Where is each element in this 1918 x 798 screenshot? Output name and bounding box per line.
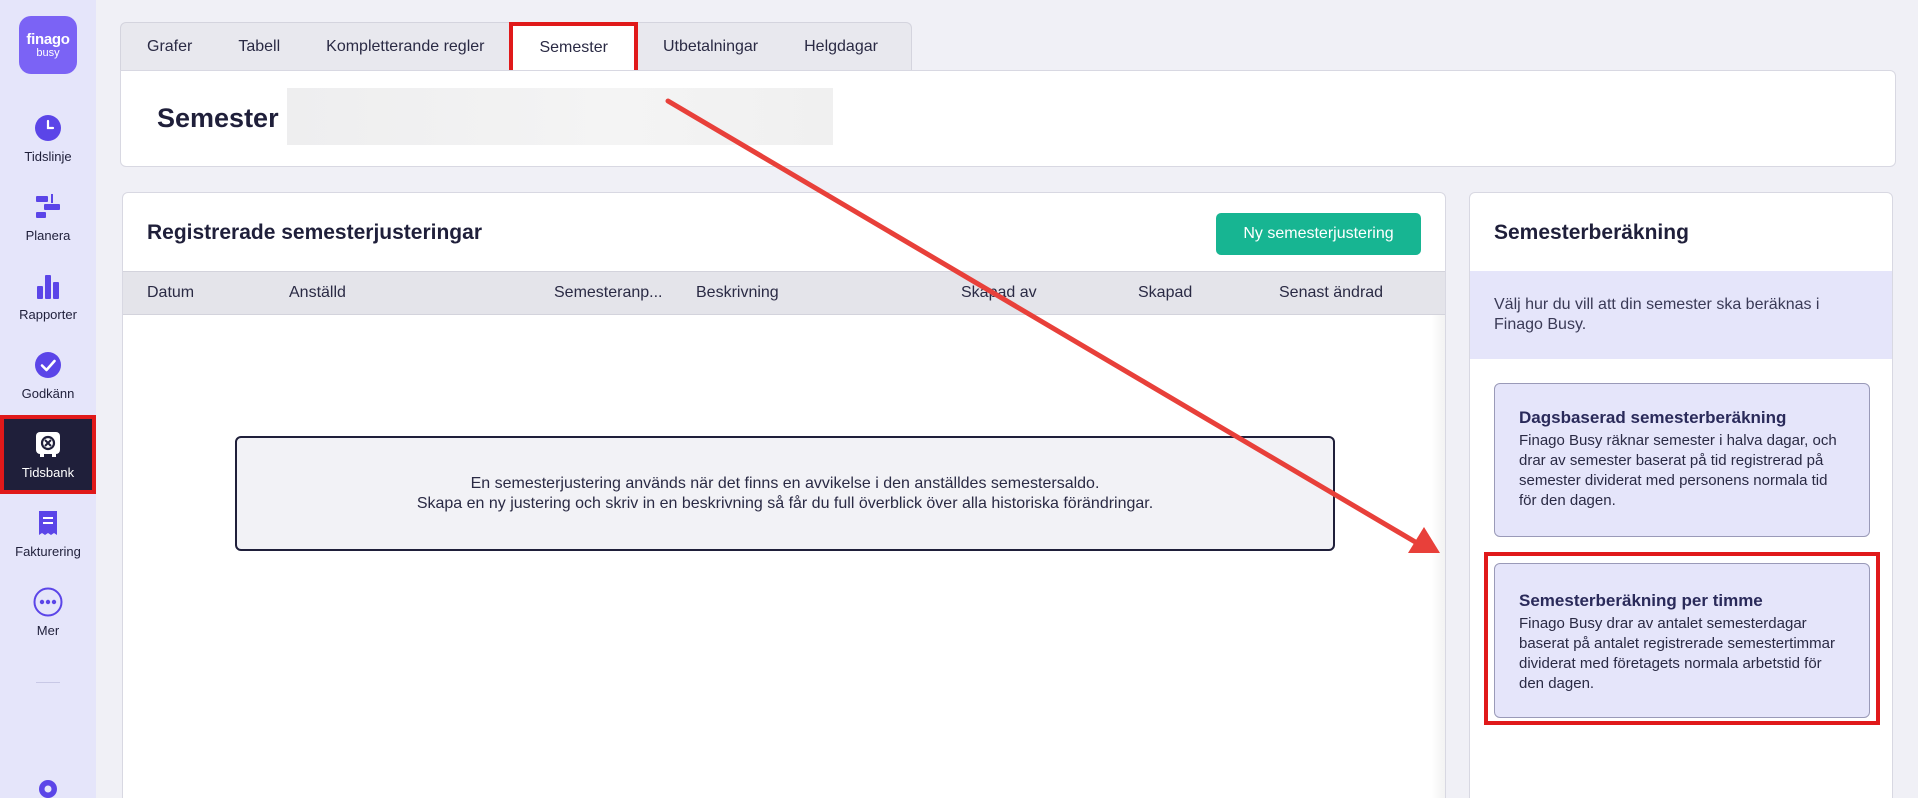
column-header-senast-andrad[interactable]: Senast ändrad — [1279, 284, 1383, 302]
tab-kompletterande-regler[interactable]: Kompletterande regler — [303, 23, 507, 70]
option-description: Finago Busy räknar semester i halva daga… — [1519, 432, 1837, 509]
calculation-panel: Semesterberäkning Välj hur du vill att d… — [1469, 192, 1893, 798]
logo-line2: busy — [36, 46, 60, 59]
sidebar-item-label: Mer — [36, 623, 60, 638]
sidebar: finago busy Tidslinje Planera Rapporter … — [0, 0, 96, 798]
column-header-skapad[interactable]: Skapad — [1138, 284, 1192, 302]
more-icon — [33, 587, 63, 617]
column-header-beskrivning[interactable]: Beskrivning — [696, 284, 779, 302]
option-description: Finago Busy drar av antalet semesterdaga… — [1519, 615, 1835, 692]
option-title: Semesterberäkning per timme — [1519, 591, 1763, 610]
column-header-anstalld[interactable]: Anställd — [289, 284, 346, 302]
option-hourly-calculation[interactable]: Semesterberäkning per timme Finago Busy … — [1494, 563, 1870, 718]
page-header: Semester — [120, 70, 1896, 167]
page-title: Semester — [157, 103, 279, 133]
clock-icon — [34, 113, 62, 143]
sidebar-divider — [36, 682, 60, 683]
sidebar-item-planera[interactable]: Planera — [0, 178, 96, 257]
tab-semester[interactable]: Semester — [509, 22, 638, 74]
finago-busy-logo[interactable]: finago busy — [19, 16, 77, 74]
receipt-icon — [34, 508, 62, 538]
adjustments-title: Registrerade semesterjusteringar — [147, 221, 482, 244]
column-header-semesteranpassning[interactable]: Semesteranp... — [554, 284, 663, 302]
calculation-info: Välj hur du vill att din semester ska be… — [1470, 271, 1892, 359]
settings-icon[interactable] — [36, 777, 60, 798]
tab-helgdagar[interactable]: Helgdagar — [781, 23, 901, 70]
plan-icon — [34, 192, 62, 222]
sidebar-item-label: Tidslinje — [24, 149, 72, 164]
tab-utbetalningar[interactable]: Utbetalningar — [640, 23, 781, 70]
adjustments-panel: Registrerade semesterjusteringar Ny seme… — [122, 192, 1446, 798]
column-header-datum[interactable]: Datum — [147, 284, 194, 302]
logo-line1: finago — [26, 30, 70, 48]
tab-grafer[interactable]: Grafer — [124, 23, 215, 70]
sidebar-item-label: Godkänn — [21, 386, 75, 401]
bar-chart-icon — [34, 271, 62, 301]
safe-icon — [34, 429, 62, 459]
empty-state-message: En semesterjustering används när det fin… — [235, 436, 1335, 551]
column-header-skapad-av[interactable]: Skapad av — [961, 284, 1037, 302]
sidebar-item-tidslinje[interactable]: Tidslinje — [0, 99, 96, 178]
table-header: Datum Anställd Semesteranp... Beskrivnin… — [123, 271, 1445, 315]
tab-tabell[interactable]: Tabell — [215, 23, 303, 70]
sidebar-item-tidsbank[interactable]: Tidsbank — [0, 415, 96, 494]
sidebar-item-label: Fakturering — [15, 544, 81, 559]
sidebar-item-label: Planera — [25, 228, 71, 243]
empty-state-line1: En semesterjustering används när det fin… — [470, 474, 1100, 492]
sidebar-item-mer[interactable]: Mer — [0, 573, 96, 652]
scroll-shadow — [1431, 315, 1445, 798]
sidebar-item-godkann[interactable]: Godkänn — [0, 336, 96, 415]
new-adjustment-button[interactable]: Ny semesterjustering — [1216, 213, 1421, 255]
redacted-area — [287, 88, 833, 145]
sidebar-item-label: Rapporter — [19, 307, 77, 322]
tab-bar: Grafer Tabell Kompletterande regler Seme… — [120, 22, 912, 74]
option-title: Dagsbaserad semesterberäkning — [1519, 408, 1787, 427]
empty-state-line2: Skapa en ny justering och skriv in en be… — [416, 494, 1154, 512]
sidebar-item-label: Tidsbank — [21, 465, 75, 480]
check-circle-icon — [34, 350, 62, 380]
sidebar-item-fakturering[interactable]: Fakturering — [0, 494, 96, 573]
option-day-based-calculation[interactable]: Dagsbaserad semesterberäkning Finago Bus… — [1494, 383, 1870, 537]
sidebar-item-rapporter[interactable]: Rapporter — [0, 257, 96, 336]
calculation-title: Semesterberäkning — [1494, 221, 1689, 244]
